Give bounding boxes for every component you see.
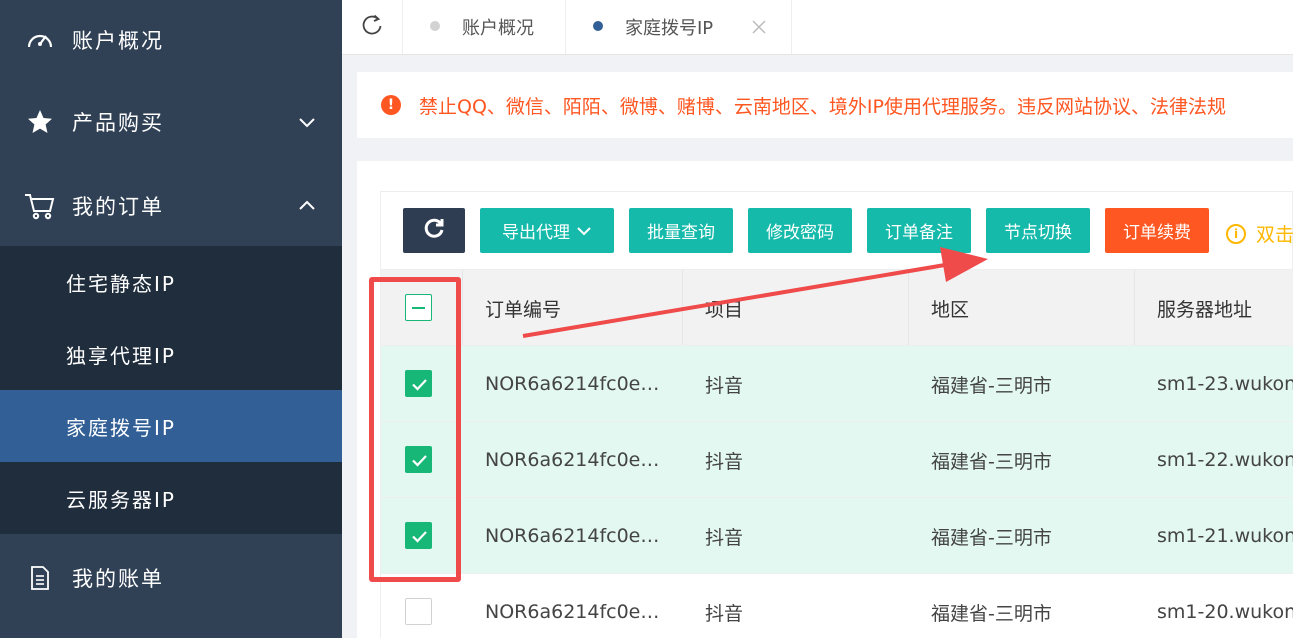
table-row[interactable]: NOR6a6214fc0e… 抖音 福建省-三明市 sm1-20.wukon xyxy=(381,573,1293,638)
chevron-up-icon xyxy=(296,195,318,217)
refresh-tab-button[interactable] xyxy=(342,0,403,54)
cell-project: 抖音 xyxy=(705,374,744,397)
sidebar-item-label: 家庭拨号IP xyxy=(66,415,176,440)
nav-item-label: 我的订单 xyxy=(72,195,164,219)
table-row[interactable]: NOR6a6214fc0e… 抖音 福建省-三明市 sm1-22.wukon xyxy=(381,421,1293,497)
select-all-checkbox[interactable] xyxy=(405,294,432,321)
cell-project: 抖音 xyxy=(705,526,744,549)
close-icon[interactable] xyxy=(747,15,771,39)
refresh-icon xyxy=(422,216,446,245)
double-click-hint: i 双击 xyxy=(1226,220,1293,247)
cell-region: 福建省-三明市 xyxy=(931,450,1052,473)
sidebar-item-label: 住宅静态IP xyxy=(66,271,176,296)
tab-label: 家庭拨号IP xyxy=(625,18,714,39)
table-header: 订单编号 项目 地区 服务器地址 xyxy=(381,269,1293,346)
row-checkbox[interactable] xyxy=(405,598,432,625)
nav-item-my-orders[interactable]: 我的订单 xyxy=(0,166,342,246)
sidebar-item-cloud-server-ip[interactable]: 云服务器IP xyxy=(0,462,342,534)
refresh-button[interactable] xyxy=(403,208,465,253)
nav-item-label: 账户概况 xyxy=(72,29,164,53)
warning-icon: ! xyxy=(381,95,401,115)
change-password-button[interactable]: 修改密码 xyxy=(748,208,852,253)
button-label: 节点切换 xyxy=(1004,223,1072,243)
cell-server-address: sm1-20.wukon xyxy=(1157,601,1293,623)
button-label: 导出代理 xyxy=(502,223,570,243)
nav-item-account-overview[interactable]: 账户概况 xyxy=(0,0,342,80)
cell-order-id: NOR6a6214fc0e… xyxy=(485,449,660,471)
column-header-server-address[interactable]: 服务器地址 xyxy=(1135,270,1293,346)
cell-server-address: sm1-22.wukon xyxy=(1157,449,1293,471)
tab-label: 账户概况 xyxy=(462,18,534,39)
cell-order-id: NOR6a6214fc0e… xyxy=(485,601,660,623)
export-proxy-button[interactable]: 导出代理 xyxy=(480,208,614,253)
row-checkbox[interactable] xyxy=(405,522,432,549)
warning-notice: ! 禁止QQ、微信、陌陌、微博、赌博、云南地区、境外IP使用代理服务。违反网站协… xyxy=(357,72,1293,138)
star-icon xyxy=(24,106,56,138)
toolbar: 导出代理 批量查询 修改密码 订单备注 节点切换 订单续费 i 双击 xyxy=(380,191,1293,269)
orders-table: 订单编号 项目 地区 服务器地址 NOR6a6214fc0e… 抖音 福建省-三… xyxy=(380,269,1293,638)
button-label: 批量查询 xyxy=(647,223,715,243)
orders-card: 导出代理 批量查询 修改密码 订单备注 节点切换 订单续费 i 双击 订单编号 … xyxy=(357,161,1293,638)
batch-query-button[interactable]: 批量查询 xyxy=(629,208,733,253)
cell-project: 抖音 xyxy=(705,602,744,625)
column-header-order-id[interactable]: 订单编号 xyxy=(463,270,683,346)
table-row[interactable]: NOR6a6214fc0e… 抖音 福建省-三明市 sm1-21.wukon xyxy=(381,497,1293,573)
tab-status-dot xyxy=(430,21,440,31)
sidebar-item-label: 云服务器IP xyxy=(66,487,176,512)
nav-item-label: 我的账单 xyxy=(72,567,164,591)
sidebar-item-dedicated-proxy-ip[interactable]: 独享代理IP xyxy=(0,318,342,390)
row-checkbox[interactable] xyxy=(405,446,432,473)
sidebar: 账户概况 产品购买 我的订单 住宅静态IP 独享代理IP 家庭拨号IP 云服务器… xyxy=(0,0,342,638)
cell-region: 福建省-三明市 xyxy=(931,374,1052,397)
button-label: 订单续费 xyxy=(1123,223,1191,243)
select-all-cell xyxy=(381,270,463,346)
cell-server-address: sm1-23.wukon xyxy=(1157,373,1293,395)
dashboard-icon xyxy=(24,24,56,56)
chevron-down-icon xyxy=(296,111,318,133)
cart-icon xyxy=(24,190,56,222)
table-row[interactable]: NOR6a6214fc0e… 抖音 福建省-三明市 sm1-23.wukon xyxy=(381,345,1293,421)
tabs-bar: 账户概况 家庭拨号IP xyxy=(342,0,1293,55)
chevron-down-icon xyxy=(576,223,592,239)
notice-text: 禁止QQ、微信、陌陌、微博、赌博、云南地区、境外IP使用代理服务。违反网站协议、… xyxy=(419,96,1226,118)
cell-order-id: NOR6a6214fc0e… xyxy=(485,373,660,395)
tab-home-dialup-ip[interactable]: 家庭拨号IP xyxy=(567,0,792,54)
cell-order-id: NOR6a6214fc0e… xyxy=(485,525,660,547)
info-icon: i xyxy=(1226,223,1246,244)
tab-status-dot xyxy=(593,21,603,31)
nav-item-my-bills[interactable]: 我的账单 xyxy=(0,538,342,618)
tab-account-overview[interactable]: 账户概况 xyxy=(404,0,566,54)
button-label: 修改密码 xyxy=(766,223,834,243)
sidebar-item-label: 独享代理IP xyxy=(66,343,176,368)
refresh-icon xyxy=(360,13,384,41)
cell-region: 福建省-三明市 xyxy=(931,526,1052,549)
hint-text: 双击 xyxy=(1256,224,1293,246)
column-header-region[interactable]: 地区 xyxy=(909,270,1135,346)
button-label: 订单备注 xyxy=(885,223,953,243)
cell-project: 抖音 xyxy=(705,450,744,473)
switch-node-button[interactable]: 节点切换 xyxy=(986,208,1090,253)
row-checkbox[interactable] xyxy=(405,370,432,397)
cell-server-address: sm1-21.wukon xyxy=(1157,525,1293,547)
nav-item-label: 产品购买 xyxy=(72,111,164,135)
column-header-project[interactable]: 项目 xyxy=(683,270,909,346)
cell-region: 福建省-三明市 xyxy=(931,602,1052,625)
order-note-button[interactable]: 订单备注 xyxy=(867,208,971,253)
renew-order-button[interactable]: 订单续费 xyxy=(1105,208,1209,253)
document-icon xyxy=(24,562,56,594)
sidebar-item-home-dialup-ip[interactable]: 家庭拨号IP xyxy=(0,390,342,462)
orders-submenu: 住宅静态IP 独享代理IP 家庭拨号IP 云服务器IP xyxy=(0,246,342,534)
nav-item-product-purchase[interactable]: 产品购买 xyxy=(0,82,342,162)
sidebar-item-residential-static-ip[interactable]: 住宅静态IP xyxy=(0,246,342,318)
